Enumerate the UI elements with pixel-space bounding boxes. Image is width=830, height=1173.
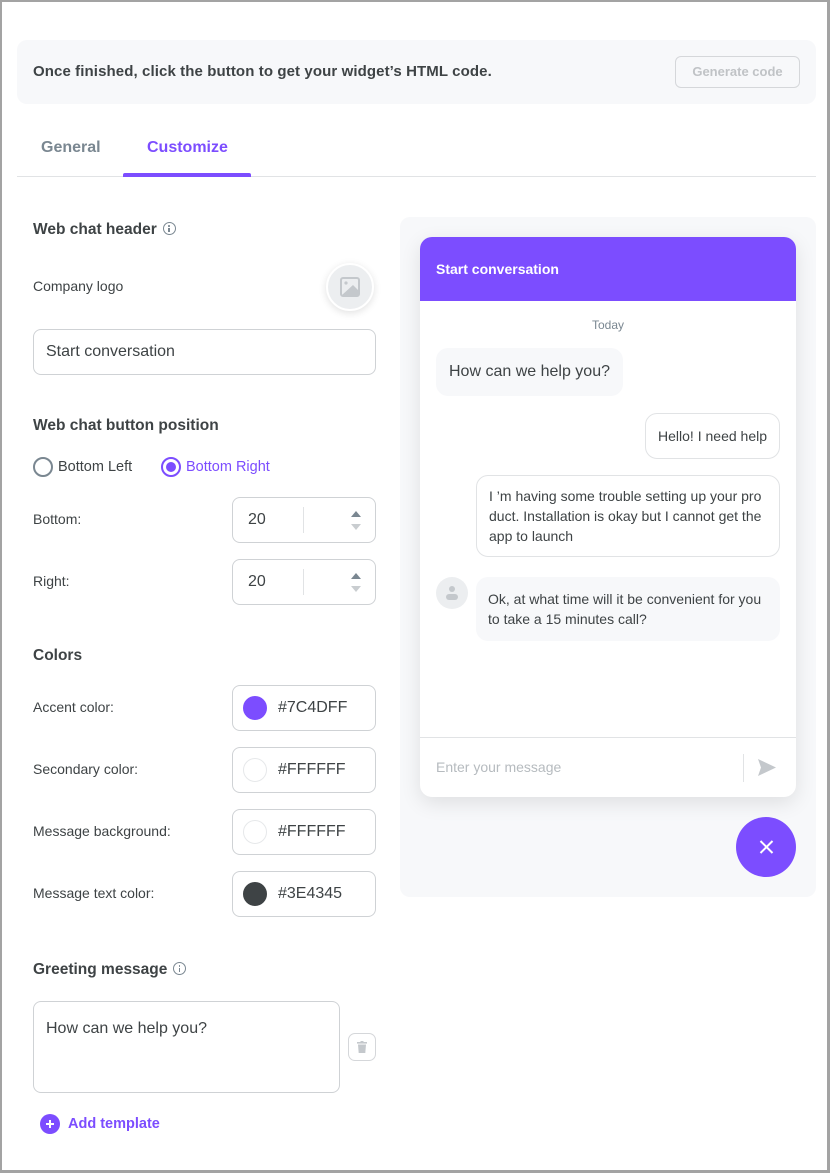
bottom-offset-label: Bottom: (33, 511, 82, 527)
decrement-arrow-icon[interactable] (351, 524, 361, 530)
send-icon[interactable] (758, 759, 776, 776)
add-template-button[interactable]: Add template (40, 1114, 160, 1134)
delete-template-button[interactable] (348, 1033, 376, 1061)
greeting-message-title: Greeting message (33, 961, 187, 979)
bottom-offset-stepper[interactable]: 20 (232, 497, 376, 543)
company-logo-upload[interactable] (326, 263, 374, 311)
info-icon[interactable] (162, 222, 176, 235)
divider (303, 569, 304, 595)
banner-text: Once finished, click the button to get y… (33, 63, 492, 80)
greeting-message-label: Greeting message (33, 961, 168, 978)
message-background-label: Message background: (33, 823, 171, 839)
agent-avatar-icon (436, 577, 468, 609)
chat-window: Start conversation Today How can we help… (420, 237, 796, 797)
date-separator: Today (591, 318, 625, 332)
message-background-field[interactable]: #FFFFFF (232, 809, 376, 855)
tab-general[interactable]: General (41, 139, 101, 157)
radio-circle[interactable] (161, 457, 181, 477)
colors-title: Colors (33, 647, 83, 664)
color-hex-value[interactable]: #3E4345 (278, 885, 342, 903)
close-chat-button[interactable] (736, 817, 796, 877)
divider (743, 754, 744, 782)
generate-code-button[interactable]: Generate code (675, 56, 800, 88)
agent-message: Ok, at what time will it be convenient f… (476, 577, 780, 641)
tab-customize[interactable]: Customize (147, 139, 228, 157)
radio-label: Bottom Right (186, 459, 270, 475)
image-icon (340, 277, 360, 297)
radio-label: Bottom Left (58, 459, 133, 475)
user-message: Hello! I need help (645, 413, 780, 459)
color-hex-value[interactable]: #FFFFFF (278, 823, 346, 841)
accent-color-field[interactable]: #7C4DFF (232, 685, 376, 731)
radio-bottom-left[interactable]: Bottom Left (33, 457, 132, 477)
radio-bottom-right[interactable]: Bottom Right (161, 457, 270, 477)
increment-arrow-icon[interactable] (351, 511, 361, 517)
tab-bar: General Customize (17, 130, 816, 177)
web-chat-header-title: Web chat header (33, 221, 176, 239)
right-offset-value[interactable]: 20 (248, 573, 266, 591)
add-template-label: Add template (68, 1116, 160, 1132)
widget-preview: Start conversation Today How can we help… (400, 217, 816, 897)
message-text-color-label: Message text color: (33, 885, 155, 901)
user-message: I ’m having some trouble setting up your… (476, 475, 780, 557)
trash-icon (357, 1041, 367, 1053)
header-title-input[interactable]: Start conversation (33, 329, 376, 375)
web-chat-header-label: Web chat header (33, 221, 157, 238)
company-logo-label: Company logo (33, 278, 124, 294)
decrement-arrow-icon[interactable] (351, 586, 361, 592)
chat-header-title: Start conversation (420, 237, 796, 301)
greeting-message-textarea[interactable]: How can we help you? (33, 1001, 340, 1093)
color-hex-value[interactable]: #7C4DFF (278, 699, 347, 717)
agent-message: How can we help you? (436, 348, 623, 396)
button-position-title: Web chat button position (33, 417, 219, 434)
info-banner: Once finished, click the button to get y… (17, 40, 816, 104)
active-tab-indicator (123, 173, 251, 177)
color-swatch[interactable] (243, 758, 267, 782)
color-swatch[interactable] (243, 882, 267, 906)
right-offset-label: Right: (33, 573, 70, 589)
radio-circle[interactable] (33, 457, 53, 477)
message-input[interactable]: Enter your message (436, 759, 561, 775)
increment-arrow-icon[interactable] (351, 573, 361, 579)
plus-icon (40, 1114, 60, 1134)
color-hex-value[interactable]: #FFFFFF (278, 761, 346, 779)
color-swatch[interactable] (243, 696, 267, 720)
divider (303, 507, 304, 533)
accent-color-label: Accent color: (33, 699, 114, 715)
right-offset-stepper[interactable]: 20 (232, 559, 376, 605)
message-text-color-field[interactable]: #3E4345 (232, 871, 376, 917)
chat-composer: Enter your message (420, 737, 796, 797)
secondary-color-label: Secondary color: (33, 761, 139, 777)
info-icon[interactable] (173, 962, 187, 975)
secondary-color-field[interactable]: #FFFFFF (232, 747, 376, 793)
bottom-offset-value[interactable]: 20 (248, 511, 266, 529)
color-swatch[interactable] (243, 820, 267, 844)
